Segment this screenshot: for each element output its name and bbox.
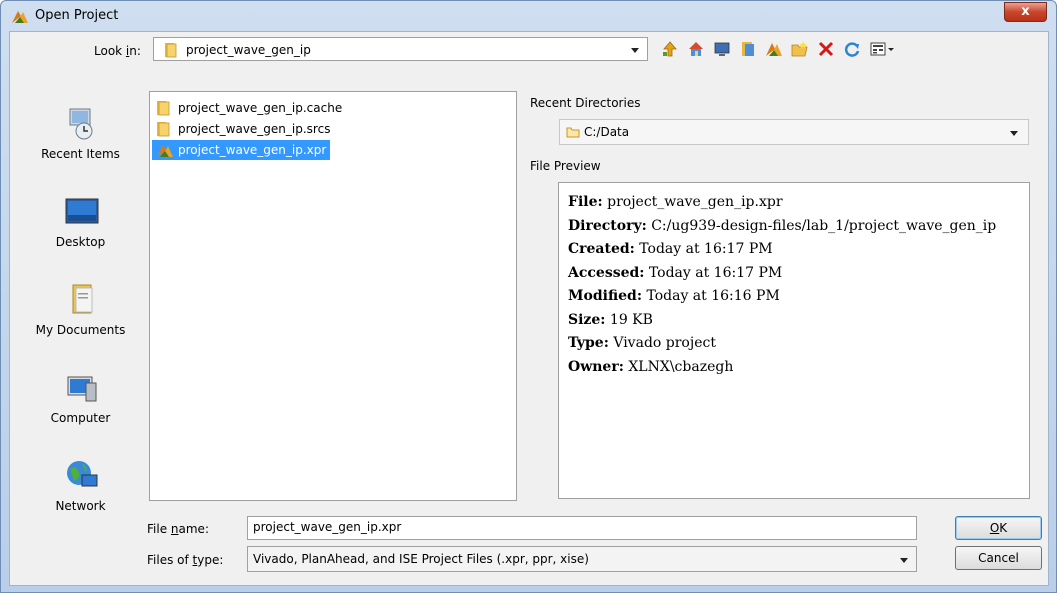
place-my-documents[interactable]: My Documents: [18, 281, 143, 361]
close-button[interactable]: x: [1004, 2, 1047, 22]
file-list-item-selected[interactable]: project_wave_gen_ip.xpr: [152, 140, 331, 160]
look-in-dropdown[interactable]: project_wave_gen_ip: [153, 37, 648, 61]
place-computer[interactable]: Computer: [18, 369, 143, 449]
home-icon[interactable]: [686, 39, 706, 59]
computer-icon: [67, 376, 97, 402]
open-project-dialog: Open Project x Look in: project_wave_gen…: [0, 0, 1057, 593]
place-recent-items[interactable]: Recent Items: [18, 105, 143, 185]
up-folder-icon[interactable]: [660, 39, 680, 59]
window-title: Open Project: [35, 8, 119, 23]
place-network[interactable]: Network: [18, 457, 143, 537]
file-name-input[interactable]: project_wave_gen_ip.xpr: [247, 516, 917, 540]
refresh-icon[interactable]: [842, 39, 862, 59]
file-name: project_wave_gen_ip.xpr: [178, 143, 327, 157]
look-in-value: project_wave_gen_ip: [186, 43, 311, 57]
file-list-item[interactable]: project_wave_gen_ip.srcs: [152, 119, 334, 139]
places-bar: Recent Items Desktop My Documents Comput…: [18, 85, 143, 515]
my-documents-icon: [72, 284, 93, 314]
files-of-type-dropdown[interactable]: Vivado, PlanAhead, and ISE Project Files…: [247, 546, 917, 572]
file-name-label: File name:: [147, 522, 209, 536]
dialog-body: Look in: project_wave_gen_ip Recent Item…: [9, 31, 1049, 586]
file-name: project_wave_gen_ip.cache: [178, 101, 343, 115]
preview-row: File: project_wave_gen_ip.xpr: [568, 194, 783, 210]
folder-icon: [165, 43, 177, 58]
recent-directory-value: C:/Data: [584, 125, 630, 139]
folder-icon: [157, 122, 170, 137]
preview-row: Size: 19 KB: [568, 311, 653, 328]
file-name: project_wave_gen_ip.srcs: [178, 122, 331, 136]
chevron-down-icon[interactable]: [900, 558, 908, 563]
preview-row: Accessed: Today at 16:17 PM: [568, 264, 783, 281]
look-in-label: Look in:: [94, 44, 141, 58]
files-of-type-value: Vivado, PlanAhead, and ISE Project Files…: [253, 552, 589, 566]
chevron-down-icon[interactable]: [1010, 131, 1018, 136]
place-label: Computer: [50, 411, 111, 425]
vivado-logo-icon: [12, 11, 28, 23]
file-preview-panel: File: project_wave_gen_ip.xpr Directory:…: [558, 182, 1030, 499]
preview-row: Type: Vivado project: [568, 335, 716, 351]
recent-directories-dropdown[interactable]: C:/Data: [559, 119, 1029, 145]
file-list-item[interactable]: project_wave_gen_ip.cache: [152, 98, 346, 118]
chevron-down-icon[interactable]: [631, 48, 639, 53]
cancel-button[interactable]: Cancel: [955, 546, 1042, 570]
preview-row: Modified: Today at 16:16 PM: [568, 288, 780, 304]
file-list[interactable]: project_wave_gen_ip.cache project_wave_g…: [149, 91, 517, 501]
network-icon: [67, 461, 98, 487]
place-label: Desktop: [55, 235, 106, 249]
new-folder-icon[interactable]: [790, 39, 810, 59]
documents-icon[interactable]: [738, 39, 758, 59]
toolbar: [660, 37, 898, 61]
folder-icon: [566, 127, 580, 138]
place-label: Network: [55, 499, 106, 513]
vivado-project-icon: [157, 145, 173, 157]
desktop-icon[interactable]: [712, 39, 732, 59]
preview-row: Owner: XLNX\cbazegh: [568, 358, 734, 375]
title-bar[interactable]: Open Project x: [1, 1, 1056, 31]
ok-button[interactable]: OK: [955, 516, 1042, 540]
recent-items-icon: [69, 108, 93, 140]
delete-icon[interactable]: [816, 39, 836, 59]
place-label: Recent Items: [41, 147, 120, 161]
desktop-icon: [65, 198, 99, 224]
view-menu-icon[interactable]: [868, 39, 898, 59]
file-preview-label: File Preview: [530, 159, 601, 173]
place-desktop[interactable]: Desktop: [18, 193, 143, 273]
recent-directories-label: Recent Directories: [530, 96, 641, 110]
project-icon[interactable]: [764, 39, 784, 59]
files-of-type-label: Files of type:: [147, 553, 224, 567]
folder-icon: [157, 101, 170, 116]
place-label: My Documents: [35, 323, 126, 337]
preview-row: Created: Today at 16:17 PM: [568, 241, 773, 257]
preview-row: Directory: C:/ug939-design-files/lab_1/p…: [568, 217, 997, 234]
